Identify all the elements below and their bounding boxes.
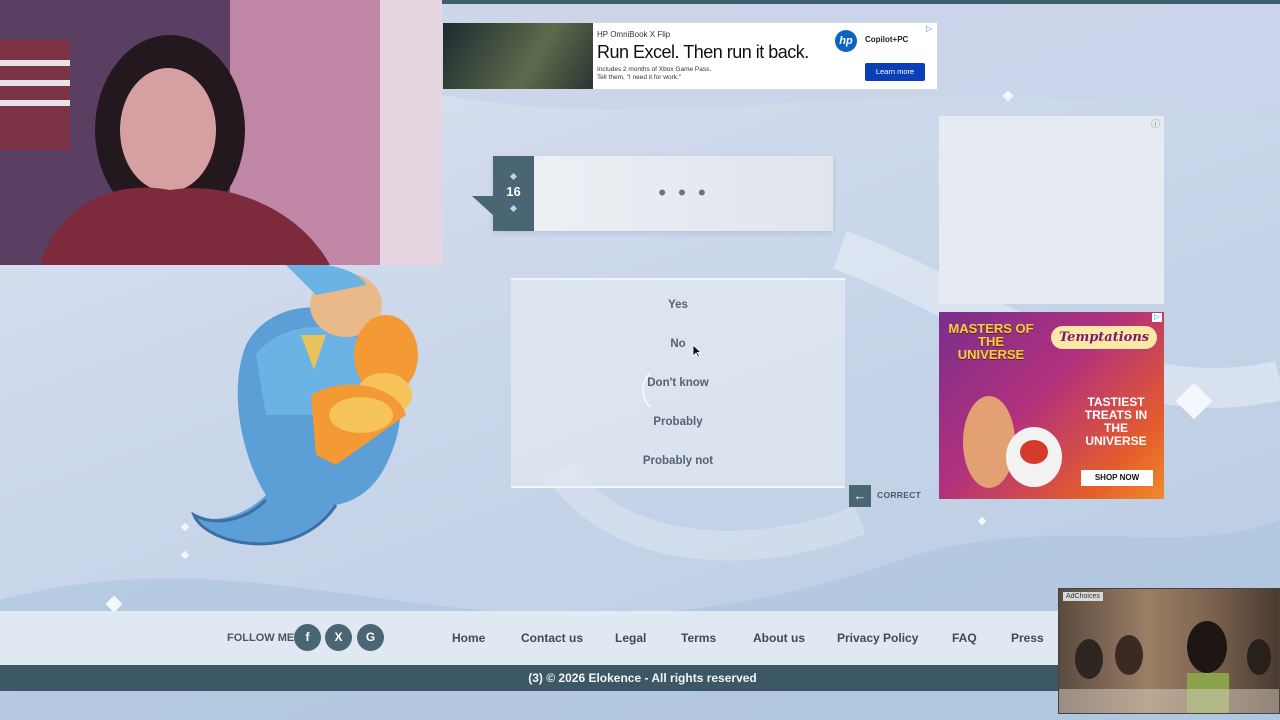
answer-probably-not[interactable]: Probably not xyxy=(511,455,845,467)
ad-subtext-line: Tell them, "I need it for work." xyxy=(597,74,682,81)
facebook-icon[interactable]: f xyxy=(294,624,321,651)
video-ad-frame-image xyxy=(1059,621,1279,713)
ad-brand-logo: Temptations xyxy=(1051,326,1158,349)
nav-legal[interactable]: Legal xyxy=(615,631,646,645)
side-ad-blank: ⓘ xyxy=(939,116,1164,304)
follow-me-label: FOLLOW ME xyxy=(227,632,295,644)
top-strip xyxy=(442,0,1280,4)
video-ad[interactable]: AdChoices xyxy=(1058,588,1280,714)
nav-press[interactable]: Press xyxy=(1011,631,1044,645)
google-icon[interactable]: G xyxy=(357,624,384,651)
learn-more-button[interactable]: Learn more xyxy=(865,63,925,81)
nav-about-us[interactable]: About us xyxy=(753,631,805,645)
ad-characters-illustration xyxy=(963,396,1062,488)
question-card: 16 • • • xyxy=(472,156,833,231)
webcam-person-image xyxy=(0,0,442,265)
hp-logo-icon: hp xyxy=(835,30,857,52)
nav-terms[interactable]: Terms xyxy=(681,631,716,645)
webcam-overlay xyxy=(0,0,442,265)
answer-list: Yes No Don't know Probably Probably not xyxy=(511,278,845,488)
genie-character-illustration xyxy=(191,265,418,546)
adchoices-label[interactable]: AdChoices xyxy=(1063,592,1103,601)
nav-contact-us[interactable]: Contact us xyxy=(521,631,583,645)
ad-info-icon[interactable]: ▷ xyxy=(1152,313,1162,322)
ad-subtext-line: Includes 2 months of Xbox Game Pass. xyxy=(597,66,712,73)
copilot-label: Copilot+PC xyxy=(865,35,909,44)
x-icon[interactable]: X xyxy=(325,624,352,651)
nav-home[interactable]: Home xyxy=(452,631,485,645)
ad-title: MASTERS OF THE UNIVERSE xyxy=(948,321,1034,362)
loading-spinner xyxy=(642,365,692,415)
decor-dot xyxy=(509,172,518,181)
ad-thumbnail-image xyxy=(443,23,593,89)
answer-probably[interactable]: Probably xyxy=(511,416,845,428)
correct-label[interactable]: CORRECT xyxy=(877,490,921,500)
question-text: • • • xyxy=(658,180,709,205)
question-number-tab: 16 xyxy=(493,156,534,231)
arrow-left-icon[interactable]: ← xyxy=(849,485,871,507)
top-ad-banner[interactable]: HP OmniBook X Flip Run Excel. Then run i… xyxy=(442,22,938,90)
nav-privacy-policy[interactable]: Privacy Policy xyxy=(837,631,918,645)
answer-dont-know[interactable]: Don't know xyxy=(511,377,845,389)
shop-now-button[interactable]: SHOP NOW xyxy=(1081,470,1153,486)
nav-faq[interactable]: FAQ xyxy=(952,631,977,645)
ad-info-icon[interactable]: ⓘ xyxy=(1151,117,1160,130)
question-tab-notch xyxy=(472,196,494,216)
ad-info-icon[interactable]: ▷ xyxy=(926,24,935,33)
answer-yes[interactable]: Yes xyxy=(511,299,845,311)
side-ad-masters[interactable]: MASTERS OF THE UNIVERSE Temptations TAST… xyxy=(939,312,1164,499)
mouse-cursor-icon xyxy=(692,344,702,358)
decor-dot xyxy=(509,204,518,213)
ad-tagline: TASTIEST TREATS IN THE UNIVERSE xyxy=(1084,395,1148,448)
ad-headline: Run Excel. Then run it back. xyxy=(597,42,809,62)
ad-subtext: Includes 2 months of Xbox Game Pass. Tel… xyxy=(597,66,757,82)
answer-no[interactable]: No xyxy=(511,338,845,350)
ad-brand-line: HP OmniBook X Flip xyxy=(597,30,671,39)
question-number: 16 xyxy=(506,184,521,199)
